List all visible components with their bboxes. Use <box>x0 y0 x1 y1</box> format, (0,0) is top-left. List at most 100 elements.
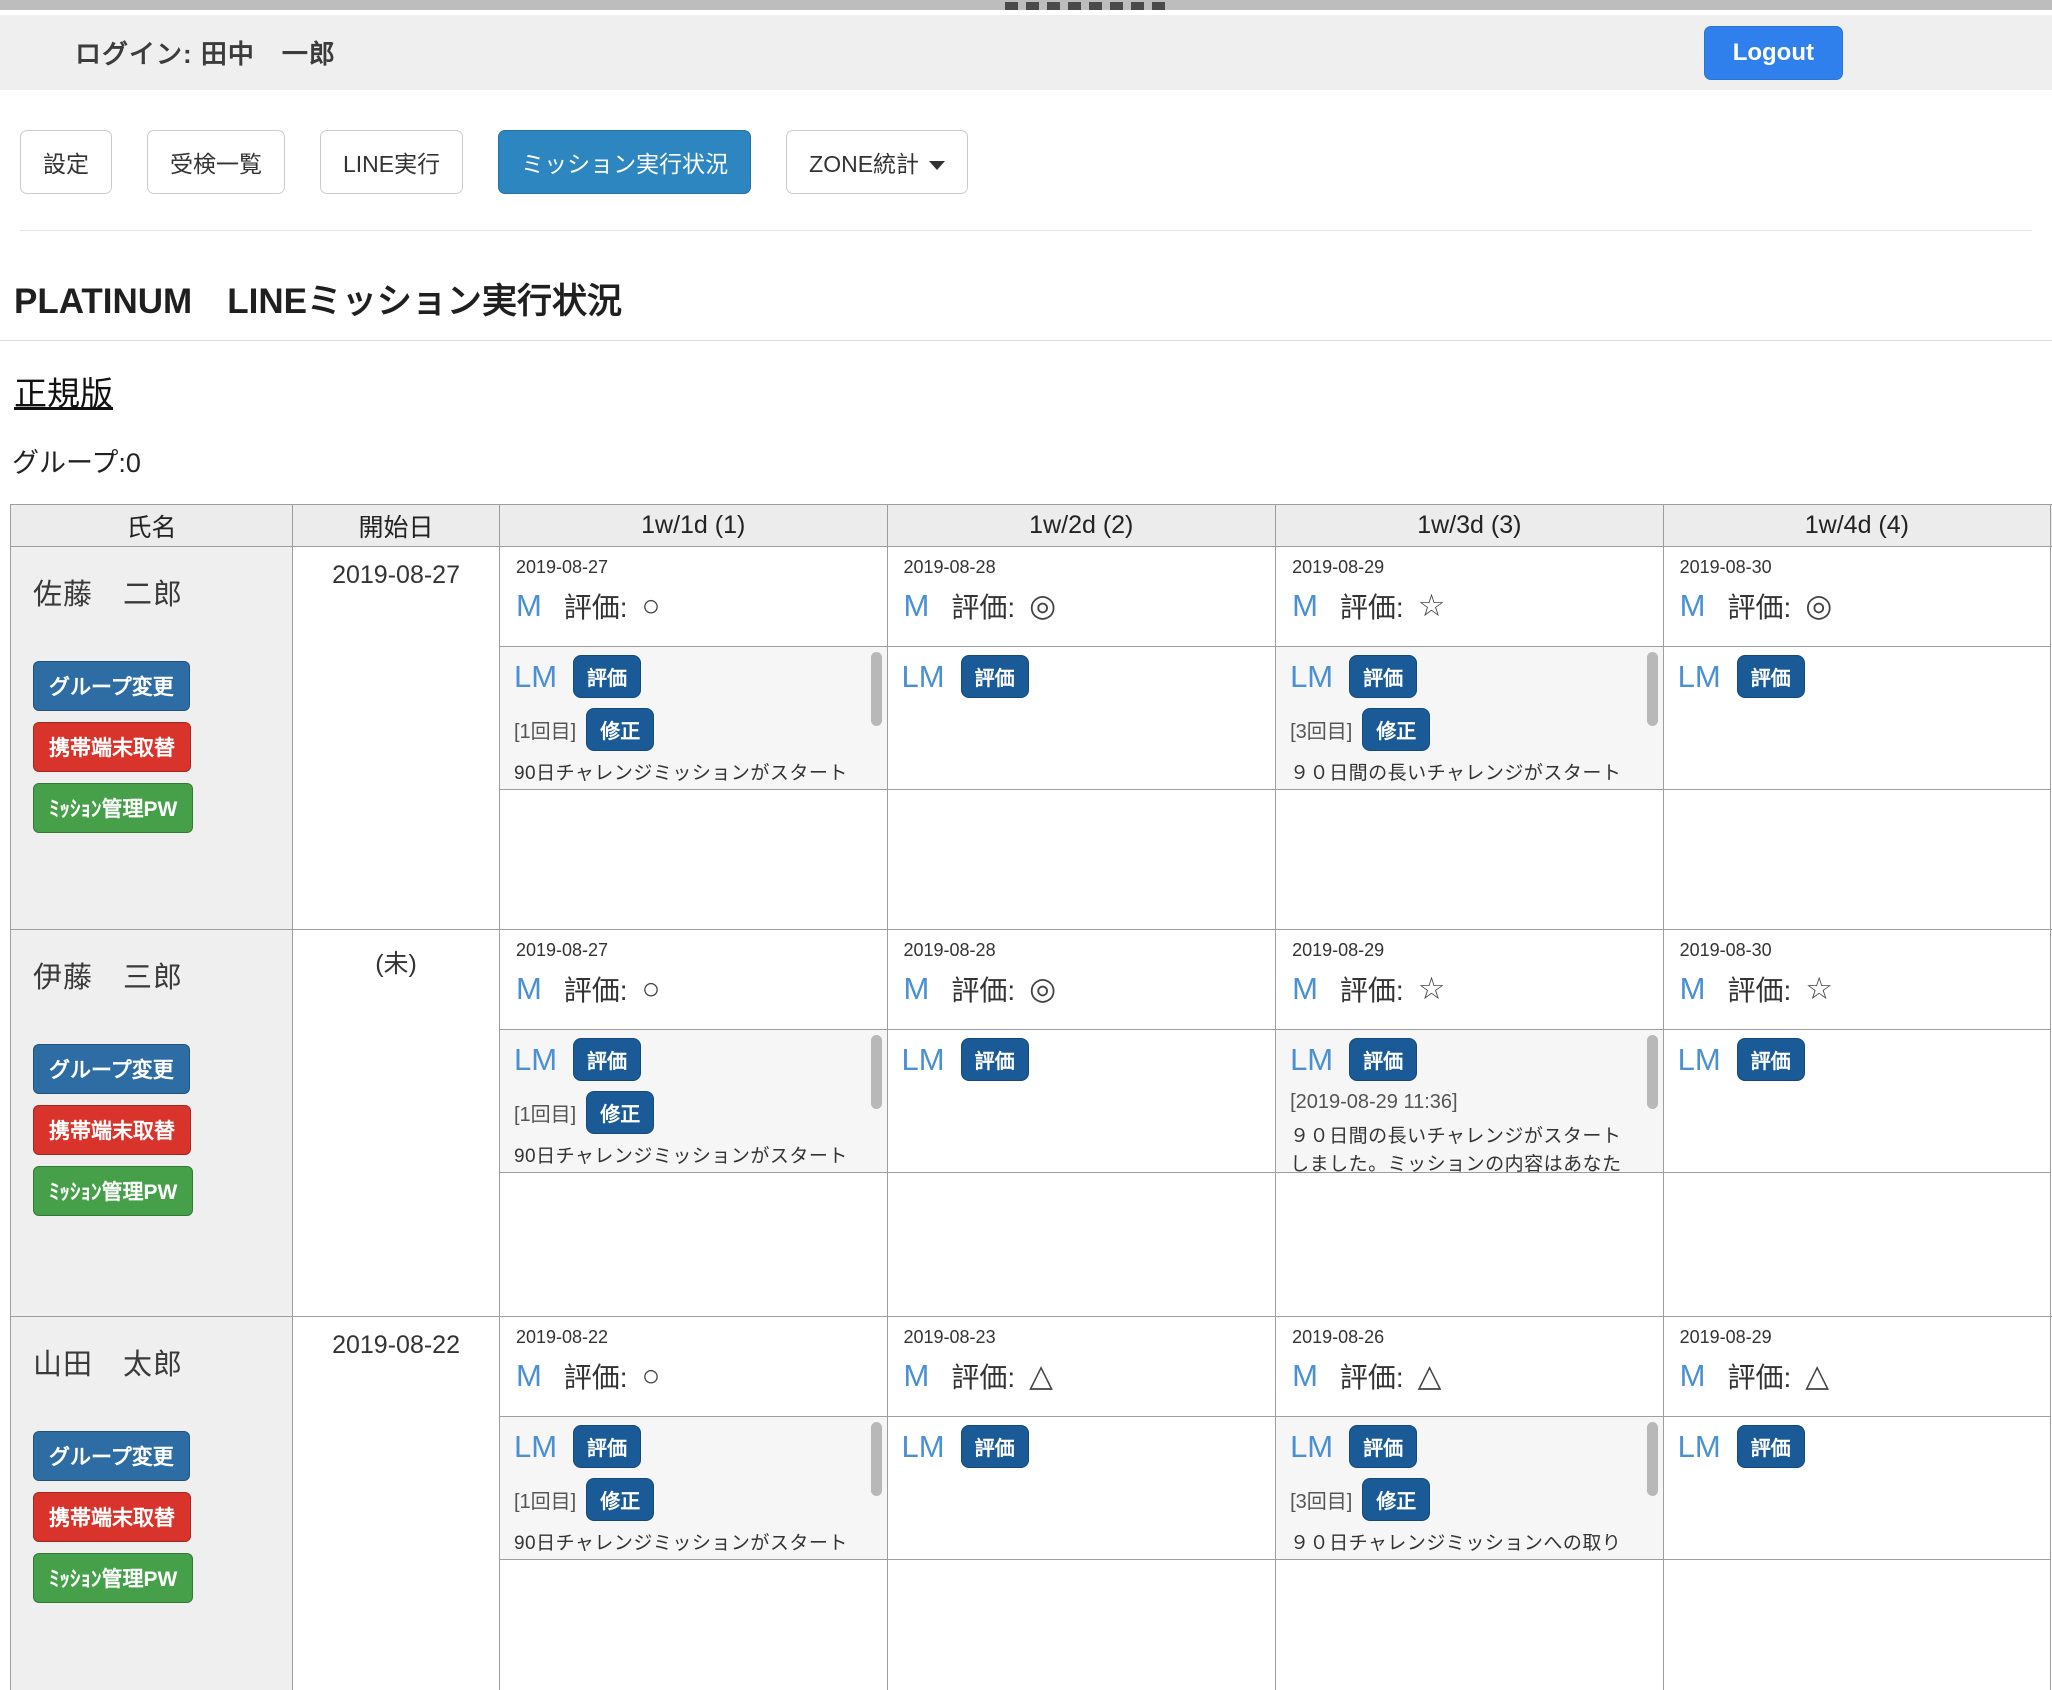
scrollbar-thumb[interactable] <box>871 652 882 726</box>
group-change-button[interactable]: グループ変更 <box>33 1044 190 1094</box>
line-mission-section: LM 評価 <box>888 647 1276 790</box>
evaluate-button[interactable]: 評価 <box>961 655 1029 698</box>
line-mission-section: LM評価[1回目]修正90日チャレンジミッションがスタートします。これまで遠ざけ… <box>500 1417 887 1560</box>
login-bar: ログイン: 田中 一郎 Logout <box>0 15 2052 90</box>
mission-rating-line: M評価:◎ <box>904 969 1276 1009</box>
attempt-label: [3回目] <box>1290 1485 1352 1514</box>
scrollbar-thumb[interactable] <box>871 1422 882 1496</box>
nav-zone-stats[interactable]: ZONE統計 <box>786 130 968 194</box>
mission-message-text: 90日チャレンジミッションがスタートします。これまで遠ざけてきた行動を毎日 <box>514 1143 859 1173</box>
mission-password-button[interactable]: ﾐｯｼｮﾝ管理PW <box>33 1553 193 1603</box>
evaluate-button[interactable]: 評価 <box>573 1425 641 1468</box>
member-name: 伊藤 三郎 <box>33 954 292 996</box>
evaluate-button[interactable]: 評価 <box>1349 1038 1417 1081</box>
fix-button[interactable]: 修正 <box>586 1091 654 1134</box>
mission-day-cell: 2019-08-28M評価:◎LM評価 <box>887 547 1276 930</box>
evaluate-button[interactable]: 評価 <box>1737 655 1805 698</box>
scrollbar-thumb[interactable] <box>1647 652 1658 726</box>
line-mission-label: LM <box>902 659 945 695</box>
rating-label: 評価: <box>564 1356 628 1396</box>
mission-day-cell: 2019-08-30M評価:◎LM評価 <box>1663 547 2051 930</box>
device-replace-button[interactable]: 携帯端末取替 <box>33 1105 191 1155</box>
rating-value: ○ <box>642 1358 661 1394</box>
version-link[interactable]: 正規版 <box>14 367 113 415</box>
scrollbar-thumb[interactable] <box>871 1035 882 1109</box>
line-mission-header: LM評価 <box>1290 1038 1635 1081</box>
login-status-text: ログイン: 田中 一郎 <box>75 34 336 71</box>
line-mission-label: LM <box>514 659 557 695</box>
mission-section: 2019-08-29M評価:☆ <box>1276 930 1663 1030</box>
line-mission-header: LM評価 <box>1290 1425 1635 1468</box>
member-actions: グループ変更携帯端末取替 ﾐｯｼｮﾝ管理PW <box>33 1044 292 1216</box>
caret-down-icon <box>929 161 945 170</box>
mission-message-text: 90日チャレンジミッションがスタートします。これまで遠ざけてきた行動を毎日 <box>514 1530 859 1560</box>
mission-section: 2019-08-29 M評価:△ <box>1664 1317 2051 1417</box>
rating-value: ☆ <box>1805 971 1833 1007</box>
evaluate-button[interactable]: 評価 <box>1737 1038 1805 1081</box>
column-header: 氏名 <box>11 505 293 547</box>
mission-status-table: 氏名開始日1w/1d (1)1w/2d (2)1w/3d (3)1w/4d (4… <box>10 504 2052 1690</box>
scrollbar-thumb[interactable] <box>1647 1422 1658 1496</box>
mission-label: M <box>904 588 930 624</box>
line-mission-header: LM評価 <box>1290 655 1635 698</box>
mission-message-text: 90日チャレンジミッションがスタートします。これまで遠ざけてきた行動を毎日 <box>514 760 859 790</box>
line-mission-header: LM評価 <box>514 1038 859 1081</box>
rating-value: △ <box>1805 1358 1829 1394</box>
member-actions: グループ変更携帯端末取替 ﾐｯｼｮﾝ管理PW <box>33 661 292 833</box>
line-mission-header: LM評価 <box>902 1038 1248 1081</box>
mission-date: 2019-08-28 <box>904 557 1276 578</box>
mission-day-cell: 2019-08-29M評価:☆LM評価[2019-08-29 11:36]９０日… <box>1276 930 1664 1317</box>
mission-message-text: ９０日間の長いチャレンジがスタートしました。ミッションの内容はあなたがこ <box>1290 760 1635 790</box>
page-title: PLATINUM LINEミッション実行状況 <box>14 273 2052 324</box>
evaluate-button[interactable]: 評価 <box>573 1038 641 1081</box>
nav-settings[interactable]: 設定 <box>20 130 112 194</box>
mission-day-cell: 2019-08-28M評価:◎LM評価 <box>887 930 1276 1317</box>
fix-button[interactable]: 修正 <box>1362 708 1430 751</box>
device-replace-button[interactable]: 携帯端末取替 <box>33 1492 191 1542</box>
evaluate-button[interactable]: 評価 <box>1349 1425 1417 1468</box>
mission-rating-line: M評価:◎ <box>904 586 1276 626</box>
evaluate-button[interactable]: 評価 <box>1349 655 1417 698</box>
fix-button[interactable]: 修正 <box>586 708 654 751</box>
scrollbar-thumb[interactable] <box>1647 1035 1658 1109</box>
device-replace-button[interactable]: 携帯端末取替 <box>33 722 191 772</box>
mission-date: 2019-08-22 <box>516 1327 887 1348</box>
mission-date: 2019-08-29 <box>1680 1327 2051 1348</box>
mission-rating-line: M評価:☆ <box>1292 969 1663 1009</box>
evaluate-button[interactable]: 評価 <box>573 655 641 698</box>
line-mission-label: LM <box>1678 659 1721 695</box>
mission-label: M <box>1680 1358 1706 1394</box>
line-mission-section: LM 評価 <box>1664 647 2051 790</box>
line-mission-header: LM評価 <box>1678 1425 2023 1468</box>
column-header: 1w/3d (3) <box>1276 505 1664 547</box>
fix-button[interactable]: 修正 <box>586 1478 654 1521</box>
attempt-line: [3回目]修正 <box>1290 708 1635 751</box>
mission-day-cell: 2019-08-30M評価:☆LM評価 <box>1663 930 2051 1317</box>
attempt-line: [3回目] 修正 <box>1290 1478 1635 1521</box>
mission-password-button[interactable]: ﾐｯｼｮﾝ管理PW <box>33 783 193 833</box>
rating-label: 評価: <box>1727 586 1791 626</box>
evaluate-button[interactable]: 評価 <box>1737 1425 1805 1468</box>
mission-rating-line: M評価:△ <box>1680 1356 2051 1396</box>
member-cell: 山田 太郎グループ変更携帯端末取替 ﾐｯｼｮﾝ管理PW <box>11 1317 293 1690</box>
member-name: 山田 太郎 <box>33 1341 292 1383</box>
evaluate-button[interactable]: 評価 <box>961 1425 1029 1468</box>
rating-label: 評価: <box>564 969 628 1009</box>
fix-button[interactable]: 修正 <box>1362 1478 1430 1521</box>
mission-date: 2019-08-26 <box>1292 1327 1663 1348</box>
mission-password-button[interactable]: ﾐｯｼｮﾝ管理PW <box>33 1166 193 1216</box>
nav-line-exec[interactable]: LINE実行 <box>320 130 463 194</box>
rating-label: 評価: <box>951 586 1015 626</box>
logout-button[interactable]: Logout <box>1704 26 1843 80</box>
mission-day-cell: 2019-08-29 M評価:△ LM評価 <box>1663 1317 2051 1690</box>
nav-exam-list[interactable]: 受検一覧 <box>147 130 285 194</box>
group-change-button[interactable]: グループ変更 <box>33 1431 190 1481</box>
group-change-button[interactable]: グループ変更 <box>33 661 190 711</box>
mission-rating-line: M評価:☆ <box>1292 586 1663 626</box>
mission-section: 2019-08-27M評価:○ <box>500 547 887 647</box>
nav-mission-status[interactable]: ミッション実行状況 <box>498 130 751 194</box>
mission-rating-line: M評価:△ <box>1292 1356 1663 1396</box>
line-mission-section: LM評価 <box>1664 1417 2051 1560</box>
title-divider <box>0 340 2052 341</box>
evaluate-button[interactable]: 評価 <box>961 1038 1029 1081</box>
